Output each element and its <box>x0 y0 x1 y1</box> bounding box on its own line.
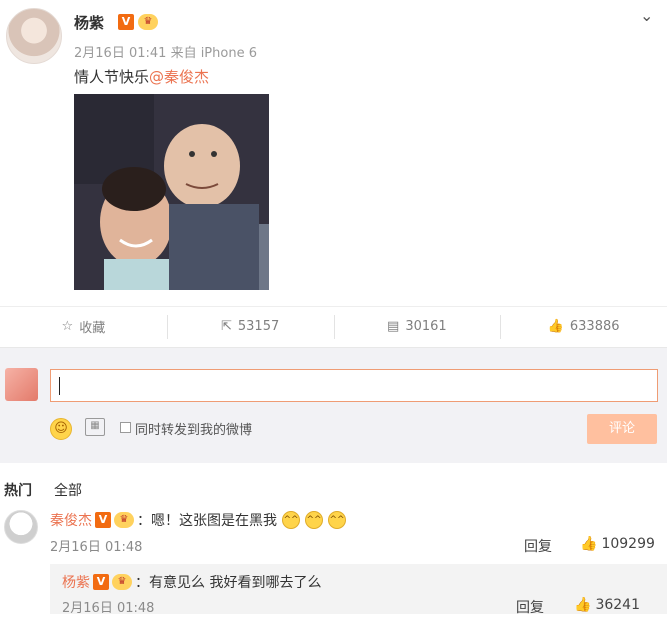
thumb-up-icon: 👍 <box>547 319 564 334</box>
comment-count: 30161 <box>405 319 447 334</box>
thumb-up-icon: 👍 <box>574 597 592 613</box>
comment-input[interactable] <box>50 369 658 402</box>
verified-v-icon: V <box>93 574 109 590</box>
repost-checkbox-label: 同时转发到我的微博 <box>135 423 253 438</box>
tab-hot[interactable]: 热门 <box>4 480 32 500</box>
verified-v-icon: V <box>118 14 134 30</box>
reply-like-count: 36241 <box>595 597 640 613</box>
star-icon: ☆ <box>61 319 74 334</box>
repost-checkbox[interactable] <box>120 422 131 433</box>
reply-like-button[interactable]: 👍 36241 <box>574 597 640 613</box>
post-meta: 2月16日 01:41 来自 iPhone 6 <box>74 42 257 61</box>
laugh-emoji-icon: ^^ <box>282 511 300 529</box>
chevron-down-icon[interactable]: ⌄ <box>640 6 653 25</box>
commenter-name[interactable]: 秦俊杰 <box>50 510 92 530</box>
post-body: 情人节快乐 <box>74 68 150 86</box>
action-bar: ☆ 收藏 ⇱ 53157 ▤ 30161 👍 633886 <box>0 306 667 346</box>
reply-text: ：有意见么 我好看到哪去了么 <box>135 575 322 591</box>
weibo-post: 杨紫 V ♛ ⌄ 2月16日 01:41 来自 iPhone 6 情人节快乐@秦… <box>0 0 667 617</box>
comment-like-count: 109299 <box>601 536 655 552</box>
comment-time: 2月16日 01:48 <box>50 540 143 555</box>
commenter-avatar[interactable] <box>4 510 38 544</box>
post-source: 来自 iPhone 6 <box>170 46 257 61</box>
submit-comment-button[interactable]: 评论 <box>587 414 657 444</box>
post-photo[interactable] <box>74 94 269 290</box>
vip-crown-icon: ♛ <box>112 574 132 590</box>
vip-crown-icon: ♛ <box>138 14 158 30</box>
reply-button[interactable]: 回复 <box>524 536 552 556</box>
reply-time: 2月16日 01:48 <box>62 601 155 616</box>
comment-like-button[interactable]: 👍 109299 <box>580 536 655 552</box>
author-avatar[interactable] <box>6 8 62 64</box>
mention-link[interactable]: @秦俊杰 <box>149 68 209 86</box>
post-text: 情人节快乐@秦俊杰 <box>74 66 209 87</box>
favorite-button[interactable]: ☆ 收藏 <box>0 315 167 339</box>
repost-button[interactable]: ⇱ 53157 <box>166 314 334 339</box>
tab-all[interactable]: 全部 <box>54 480 82 500</box>
image-icon[interactable]: ▦ <box>85 418 105 436</box>
comment-composer: ☺ ▦ 同时转发到我的微博 <box>0 347 667 463</box>
reply-item: 杨紫 V ♛ ：有意见么 我好看到哪去了么 <box>62 572 321 592</box>
author-name[interactable]: 杨紫 <box>74 12 104 33</box>
comment-button[interactable]: ▤ 30161 <box>333 314 501 339</box>
like-button[interactable]: 👍 633886 <box>500 314 667 339</box>
reply-button[interactable]: 回复 <box>516 597 544 617</box>
comment-text: ：嗯！这张图是在黑我 <box>137 513 277 529</box>
laugh-emoji-icon: ^^ <box>305 511 323 529</box>
current-user-avatar <box>5 368 38 401</box>
favorite-label: 收藏 <box>79 321 106 336</box>
text-caret <box>59 377 60 395</box>
thumb-up-icon: 👍 <box>580 536 598 552</box>
verified-v-icon: V <box>95 512 111 528</box>
comment-item: 秦俊杰 V ♛ ：嗯！这张图是在黑我 ^^ ^^ ^^ <box>50 510 346 530</box>
laugh-emoji-icon: ^^ <box>328 511 346 529</box>
repost-count: 53157 <box>237 319 280 334</box>
emoji-icon[interactable]: ☺ <box>50 418 72 440</box>
vip-crown-icon: ♛ <box>114 512 134 528</box>
couple-photo-illustration <box>74 94 269 290</box>
author-badges: V ♛ <box>118 14 158 30</box>
post-timestamp[interactable]: 2月16日 01:41 <box>74 46 166 61</box>
comment-tabs: 热门 全部 <box>4 480 82 500</box>
replier-name[interactable]: 杨紫 <box>62 572 90 592</box>
repost-icon: ⇱ <box>220 319 232 334</box>
comment-icon: ▤ <box>387 319 400 334</box>
like-count: 633886 <box>569 319 620 334</box>
